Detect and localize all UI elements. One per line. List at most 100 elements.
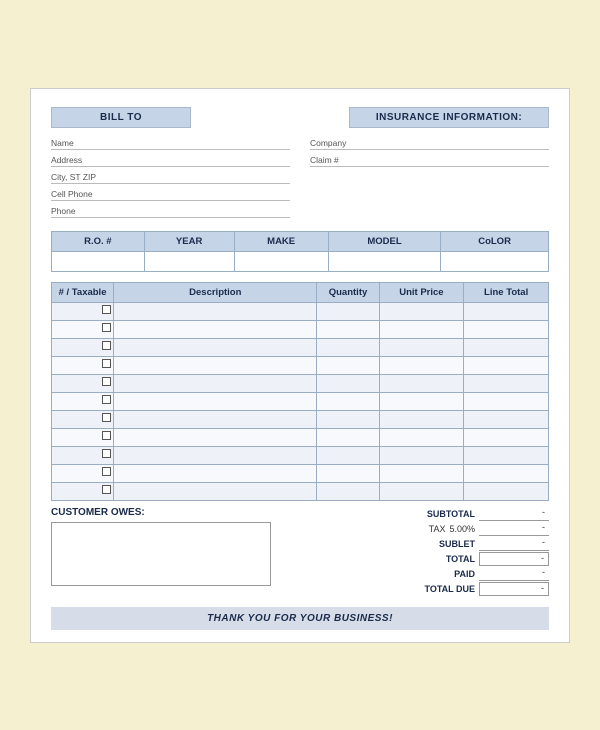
table-row bbox=[52, 428, 549, 446]
color-header: CoLOR bbox=[441, 231, 549, 251]
item-unit-price[interactable] bbox=[379, 482, 464, 500]
item-line-total bbox=[464, 482, 549, 500]
make-header: MAKE bbox=[234, 231, 328, 251]
item-num-cell bbox=[52, 464, 114, 482]
insurance-fields: Company Claim # bbox=[310, 136, 549, 221]
item-unit-price[interactable] bbox=[379, 428, 464, 446]
item-description[interactable] bbox=[114, 302, 317, 320]
table-row bbox=[52, 392, 549, 410]
item-quantity[interactable] bbox=[317, 374, 379, 392]
taxable-checkbox[interactable] bbox=[102, 485, 111, 494]
customer-owes-box[interactable] bbox=[51, 522, 271, 586]
item-quantity[interactable] bbox=[317, 320, 379, 338]
item-unit-price[interactable] bbox=[379, 392, 464, 410]
taxable-checkbox[interactable] bbox=[102, 323, 111, 332]
taxable-checkbox[interactable] bbox=[102, 395, 111, 404]
item-description[interactable] bbox=[114, 356, 317, 374]
item-line-total bbox=[464, 338, 549, 356]
paid-row: PAID - bbox=[325, 567, 549, 581]
taxable-checkbox[interactable] bbox=[102, 431, 111, 440]
item-unit-price[interactable] bbox=[379, 374, 464, 392]
customer-owes-section: CUSTOMER OWES: bbox=[51, 507, 310, 597]
desc-header: Description bbox=[114, 282, 317, 302]
header-row: BILL TO INSURANCE INFORMATION: bbox=[51, 107, 549, 128]
item-quantity[interactable] bbox=[317, 446, 379, 464]
item-quantity[interactable] bbox=[317, 302, 379, 320]
item-quantity[interactable] bbox=[317, 392, 379, 410]
company-field: Company bbox=[310, 136, 549, 150]
taxable-checkbox[interactable] bbox=[102, 413, 111, 422]
paid-label: PAID bbox=[325, 569, 479, 579]
totals-section: SUBTOTAL - TAX 5.00% - SUBLET - TOTAL - … bbox=[325, 507, 549, 597]
item-num-cell bbox=[52, 410, 114, 428]
item-line-total bbox=[464, 356, 549, 374]
model-header: MODEL bbox=[328, 231, 440, 251]
item-quantity[interactable] bbox=[317, 356, 379, 374]
item-num-cell bbox=[52, 338, 114, 356]
sublet-value: - bbox=[479, 537, 549, 551]
table-row bbox=[52, 464, 549, 482]
item-unit-price[interactable] bbox=[379, 320, 464, 338]
taxable-checkbox[interactable] bbox=[102, 359, 111, 368]
make-value[interactable] bbox=[234, 251, 328, 271]
item-unit-price[interactable] bbox=[379, 464, 464, 482]
item-num-cell bbox=[52, 374, 114, 392]
invoice: BILL TO INSURANCE INFORMATION: Name Addr… bbox=[30, 88, 570, 643]
table-row bbox=[52, 302, 549, 320]
tax-value: - bbox=[479, 522, 549, 536]
model-value[interactable] bbox=[328, 251, 440, 271]
bottom-section: CUSTOMER OWES: SUBTOTAL - TAX 5.00% - SU… bbox=[51, 507, 549, 597]
item-unit-price[interactable] bbox=[379, 356, 464, 374]
vehicle-row bbox=[52, 251, 549, 271]
year-header: YEAR bbox=[144, 231, 234, 251]
year-value[interactable] bbox=[144, 251, 234, 271]
sublet-row: SUBLET - bbox=[325, 537, 549, 551]
items-table: # / Taxable Description Quantity Unit Pr… bbox=[51, 282, 549, 501]
item-description[interactable] bbox=[114, 428, 317, 446]
taxable-checkbox[interactable] bbox=[102, 449, 111, 458]
num-header: # / Taxable bbox=[52, 282, 114, 302]
item-quantity[interactable] bbox=[317, 464, 379, 482]
item-quantity[interactable] bbox=[317, 338, 379, 356]
footer: THANK YOU FOR YOUR BUSINESS! bbox=[51, 607, 549, 630]
taxable-checkbox[interactable] bbox=[102, 377, 111, 386]
color-value[interactable] bbox=[441, 251, 549, 271]
vehicle-table: R.O. # YEAR MAKE MODEL CoLOR bbox=[51, 231, 549, 272]
total-due-row: TOTAL DUE - bbox=[325, 582, 549, 596]
item-quantity[interactable] bbox=[317, 410, 379, 428]
item-description[interactable] bbox=[114, 392, 317, 410]
item-unit-price[interactable] bbox=[379, 410, 464, 428]
item-description[interactable] bbox=[114, 464, 317, 482]
item-line-total bbox=[464, 446, 549, 464]
bill-to-header: BILL TO bbox=[51, 107, 191, 128]
item-description[interactable] bbox=[114, 320, 317, 338]
item-num-cell bbox=[52, 446, 114, 464]
item-description[interactable] bbox=[114, 338, 317, 356]
name-field: Name bbox=[51, 136, 290, 150]
taxable-checkbox[interactable] bbox=[102, 341, 111, 350]
claim-field: Claim # bbox=[310, 153, 549, 167]
table-row bbox=[52, 446, 549, 464]
item-quantity[interactable] bbox=[317, 428, 379, 446]
ro-value[interactable] bbox=[52, 251, 145, 271]
item-description[interactable] bbox=[114, 482, 317, 500]
taxable-checkbox[interactable] bbox=[102, 467, 111, 476]
taxable-checkbox[interactable] bbox=[102, 305, 111, 314]
address-field: Address bbox=[51, 153, 290, 167]
ro-header: R.O. # bbox=[52, 231, 145, 251]
item-unit-price[interactable] bbox=[379, 338, 464, 356]
item-description[interactable] bbox=[114, 374, 317, 392]
item-unit-price[interactable] bbox=[379, 302, 464, 320]
item-num-cell bbox=[52, 356, 114, 374]
item-description[interactable] bbox=[114, 446, 317, 464]
tax-row: TAX 5.00% - bbox=[325, 522, 549, 536]
item-description[interactable] bbox=[114, 410, 317, 428]
bill-to-fields: Name Address City, ST ZIP Cell Phone Pho… bbox=[51, 136, 290, 221]
item-quantity[interactable] bbox=[317, 482, 379, 500]
subtotal-value: - bbox=[479, 507, 549, 521]
table-row bbox=[52, 410, 549, 428]
item-num-cell bbox=[52, 428, 114, 446]
cell-field: Cell Phone bbox=[51, 187, 290, 201]
table-row bbox=[52, 338, 549, 356]
item-unit-price[interactable] bbox=[379, 446, 464, 464]
